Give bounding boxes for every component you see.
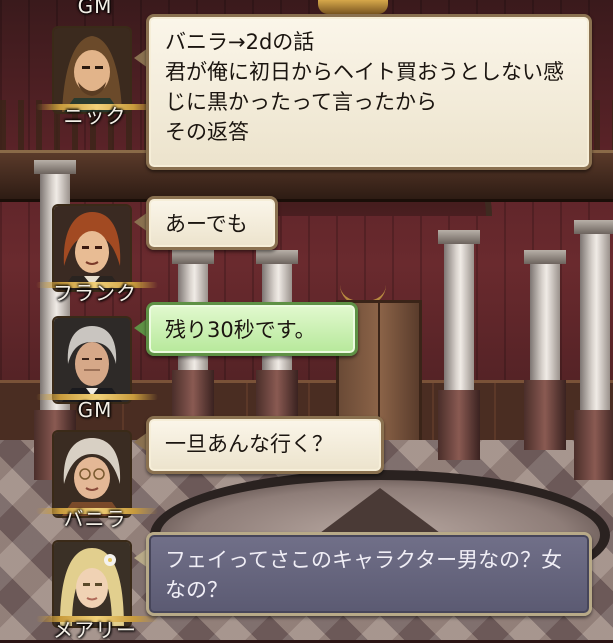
speaker-name-top: GM xyxy=(77,0,113,18)
message-bubble: フェイってさこのキャラクター男なの？女なの？ xyxy=(146,532,592,616)
chandelier-top xyxy=(318,0,388,14)
pillar xyxy=(438,230,480,460)
chandelier xyxy=(340,265,386,305)
speaker-name: バニラ xyxy=(63,507,127,531)
speaker-name: GM xyxy=(77,398,113,422)
pillar xyxy=(524,250,566,450)
speaker-name: フランク xyxy=(53,281,137,305)
speaker-name: ニック xyxy=(63,104,127,128)
message-bubble: 一旦あんな行く？ xyxy=(146,416,384,474)
portrait-gm[interactable] xyxy=(52,316,132,404)
message-bubble: バニラ→2dの話 君が俺に初日からヘイト買おうとしない感じに黒かったって言ったか… xyxy=(146,14,592,170)
pillar xyxy=(574,220,613,480)
message-bubble: あーでも xyxy=(146,196,278,250)
system-message-bubble: 残り30秒です。 xyxy=(146,302,358,356)
speaker-name: メアリー xyxy=(53,618,137,642)
